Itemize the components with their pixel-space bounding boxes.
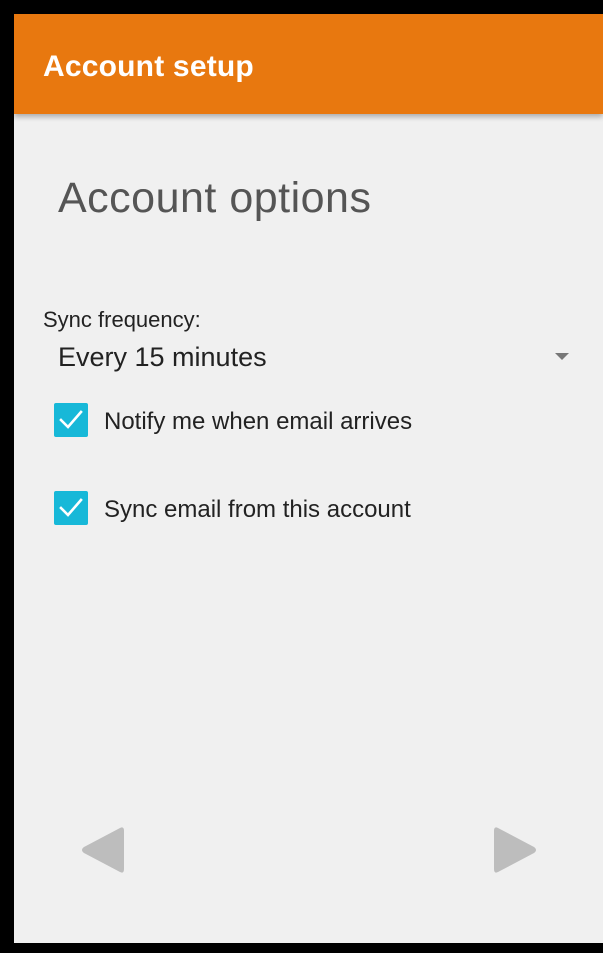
next-button[interactable] [494,824,538,876]
screen: Account setup Account options Sync frequ… [14,14,603,943]
page-title: Account options [58,174,372,222]
dropdown-arrow-icon [555,353,569,360]
sync-email-checkbox[interactable] [54,491,88,525]
sync-email-label: Sync email from this account [104,496,411,523]
arrow-left-icon [82,827,124,873]
previous-button[interactable] [80,824,124,876]
app-bar-title: Account setup [43,50,254,83]
app-bar: Account setup [14,14,603,114]
device-frame: Account setup Account options Sync frequ… [0,0,603,953]
sync-frequency-dropdown[interactable]: Every 15 minutes [44,336,584,380]
notify-email-checkbox[interactable] [54,403,88,437]
notify-email-label: Notify me when email arrives [104,408,413,435]
sync-frequency-label: Sync frequency: [43,307,201,332]
checkmark-icon [59,410,83,429]
arrow-right-icon [494,827,536,873]
checkmark-icon [59,498,83,517]
sync-frequency-value: Every 15 minutes [58,342,267,372]
sync-email-option[interactable]: Sync email from this account [54,491,574,531]
notify-email-option[interactable]: Notify me when email arrives [54,403,574,443]
